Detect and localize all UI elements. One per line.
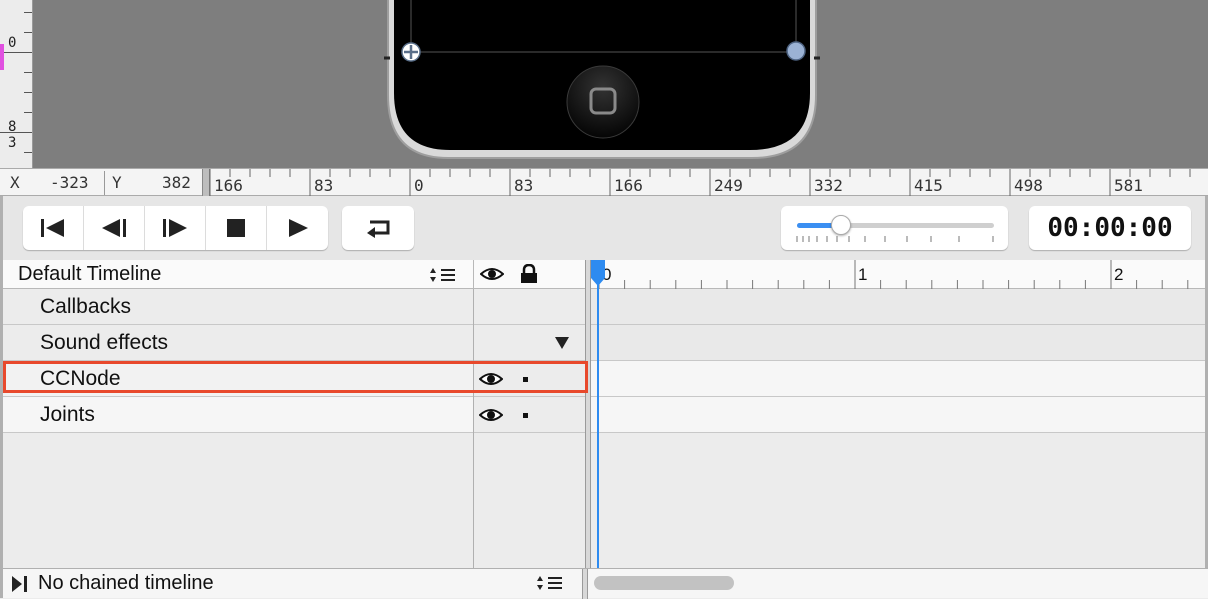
- ruler-label: 249: [714, 176, 743, 195]
- icon-row: [474, 397, 585, 433]
- chained-timeline-label: No chained timeline: [38, 572, 214, 594]
- canvas-edge-marker: [0, 44, 4, 70]
- sequence-label: Sound effects: [40, 331, 169, 354]
- chained-timeline-bar[interactable]: No chained timeline: [0, 568, 1208, 599]
- step-back-button[interactable]: [84, 206, 145, 250]
- time-ruler-ticks: [598, 260, 1189, 289]
- zoom-slider-knob[interactable]: [831, 215, 852, 235]
- chain-play-icon: [12, 576, 27, 592]
- visibility-lock-column: [473, 289, 585, 568]
- ruler-label: 0: [414, 176, 424, 195]
- panel-splitter: [582, 569, 588, 599]
- track-row-sound-effects[interactable]: [591, 325, 1205, 361]
- loop-button[interactable]: [342, 206, 414, 250]
- jump-to-start-button[interactable]: [23, 206, 84, 250]
- ruler-label: 498: [1014, 176, 1043, 195]
- skip-start-icon: [41, 219, 64, 237]
- expand-triangle-icon[interactable]: [554, 336, 570, 350]
- time-ruler-label: 2: [1114, 265, 1124, 284]
- ruler-label: 166: [614, 176, 643, 195]
- icon-row: [474, 361, 585, 397]
- horizontal-scrollbar[interactable]: [594, 576, 734, 590]
- stop-icon: [227, 219, 245, 237]
- sequence-label: Joints: [40, 403, 95, 426]
- sequence-row-sound-effects[interactable]: Sound effects: [3, 325, 473, 361]
- track-row-ccnode[interactable]: [591, 361, 1205, 397]
- step-forward-button[interactable]: [145, 206, 206, 250]
- ruler-label: 83: [314, 176, 333, 195]
- lock-toggle[interactable]: [523, 377, 528, 382]
- anchor-handle-icon: [401, 42, 421, 62]
- sequence-label: Callbacks: [40, 295, 132, 318]
- lock-toggle[interactable]: [523, 413, 528, 418]
- eye-icon[interactable]: [479, 371, 503, 387]
- zoom-slider-control: [781, 206, 1008, 250]
- timeline-tracks[interactable]: 0 1 2: [591, 260, 1205, 568]
- playhead-handle-icon[interactable]: [590, 260, 606, 288]
- time-ruler-label: 1: [858, 265, 868, 284]
- timecode-display: 00:00:00: [1029, 206, 1191, 250]
- step-back-icon: [102, 219, 126, 237]
- icon-row: [474, 289, 585, 325]
- transport-controls: [23, 206, 328, 250]
- zoom-slider-ticks: [796, 236, 994, 242]
- ruler-label: 415: [914, 176, 943, 195]
- vruler-label: 0: [8, 35, 17, 51]
- play-button[interactable]: [267, 206, 328, 250]
- vruler-label: 3: [8, 135, 17, 151]
- sequence-row-callbacks[interactable]: Callbacks: [3, 289, 473, 325]
- horizontal-ruler: X -323 Y 382 166 83 0 83 166 249 332 415 498 581: [0, 168, 1208, 196]
- column-icons-header: [473, 260, 585, 289]
- playback-toolbar: 00:00:00: [0, 196, 1208, 260]
- lock-icon[interactable]: [519, 264, 539, 284]
- ruler-label: 581: [1114, 176, 1143, 195]
- playhead[interactable]: [597, 260, 599, 568]
- play-icon: [288, 219, 308, 237]
- sequence-row-joints[interactable]: Joints: [3, 397, 473, 433]
- ruler-label: 83: [514, 176, 533, 195]
- ruler-label: 332: [814, 176, 843, 195]
- time-ruler[interactable]: 0 1 2: [591, 260, 1205, 289]
- loop-icon: [367, 220, 390, 238]
- ruler-label: 166: [214, 176, 243, 195]
- sequence-row-ccnode[interactable]: CCNode: [3, 361, 473, 397]
- step-forward-icon: [163, 219, 187, 237]
- timeline-selector[interactable]: Default Timeline: [3, 260, 473, 289]
- track-row-joints[interactable]: [591, 397, 1205, 433]
- track-row-callbacks[interactable]: [591, 289, 1205, 325]
- popup-menu-icon[interactable]: [534, 574, 566, 592]
- resize-handle-icon: [786, 41, 806, 61]
- vertical-ruler: 0 8 3: [0, 0, 33, 168]
- eye-icon[interactable]: [479, 407, 503, 423]
- timeline-name: Default Timeline: [18, 263, 162, 285]
- stop-button[interactable]: [206, 206, 267, 250]
- loop-control: [342, 206, 414, 250]
- sequence-names-column: Callbacks Sound effects CCNode Joints: [3, 289, 473, 568]
- ruler-ticks: 166 83 0 83 166 249 332 415 498 581: [209, 169, 1191, 196]
- iphone-frame: [384, 0, 820, 159]
- sequence-label: CCNode: [40, 367, 121, 390]
- timeline-panel: Default Timeline Callbacks Sound effects…: [0, 260, 1208, 568]
- stage-canvas[interactable]: [0, 0, 1208, 168]
- icon-row: [474, 325, 585, 361]
- popup-menu-icon: [430, 268, 455, 282]
- eye-icon[interactable]: [480, 266, 504, 282]
